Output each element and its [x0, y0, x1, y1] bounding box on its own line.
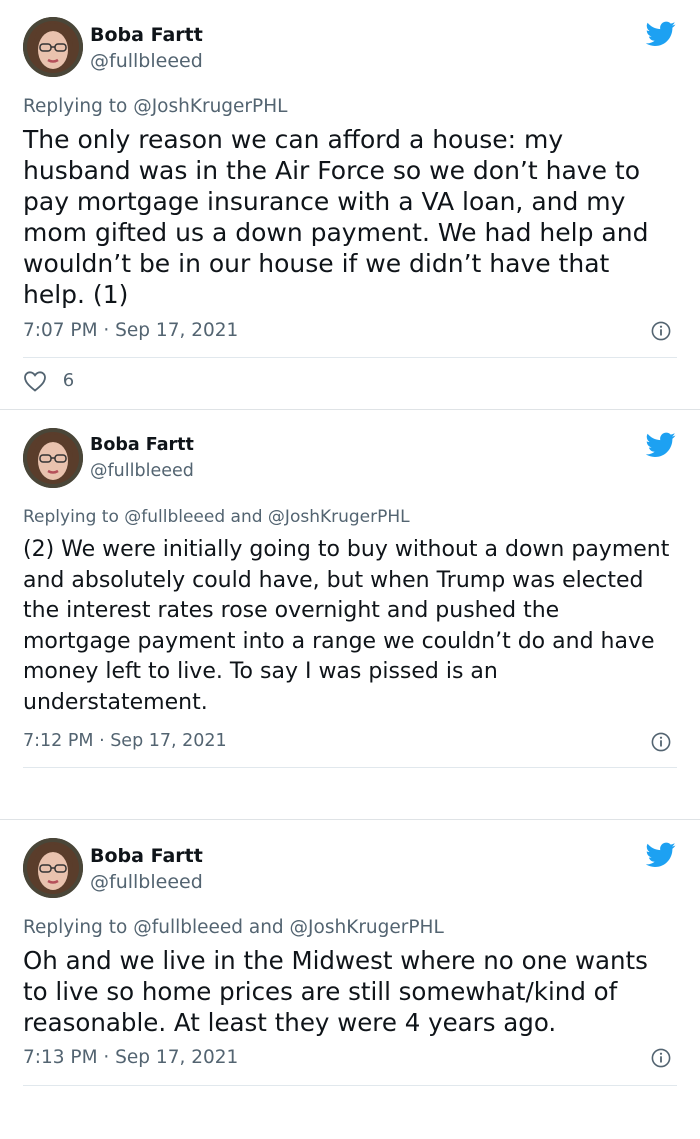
- tweet-text: The only reason we can afford a house: m…: [23, 124, 648, 310]
- tweet-separator: [0, 819, 700, 820]
- tweet-card-3: Boba Fartt @fullbleeed Replying to @full…: [0, 821, 700, 1139]
- reply-mention-link[interactable]: @JoshKrugerPHL: [133, 96, 287, 117]
- replying-to: Replying to @JoshKrugerPHL: [23, 96, 287, 117]
- tweet-text-line: wouldn’t be in our house if we didn’t ha…: [23, 249, 610, 278]
- reply-mention-link[interactable]: @fullbleeed and @JoshKrugerPHL: [133, 917, 444, 938]
- tweet-text-line: and absolutely could have, but when Trum…: [23, 567, 644, 593]
- tweet-text-line: the interest rates rose overnight and pu…: [23, 598, 560, 623]
- tweet-timestamp[interactable]: 7:12 PM · Sep 17, 2021: [23, 731, 227, 751]
- tweet-text-line: (2) We were initially going to buy witho…: [23, 537, 670, 562]
- like-button[interactable]: 6: [23, 370, 74, 392]
- twitter-bird-icon[interactable]: [646, 21, 676, 47]
- tweet-text-line: help. (1): [23, 280, 129, 309]
- twitter-bird-icon[interactable]: [646, 432, 676, 458]
- reply-prefix: Replying to: [23, 96, 128, 117]
- like-count: 6: [62, 370, 75, 391]
- heart-icon: [24, 371, 46, 392]
- replying-to: Replying to @fullbleeed and @JoshKrugerP…: [23, 507, 410, 527]
- tweet-text-line: mom gifted us a down payment. We had hel…: [23, 218, 649, 247]
- tweet-text-line: The only reason we can afford a house: m…: [23, 125, 564, 154]
- replying-to: Replying to @fullbleeed and @JoshKrugerP…: [23, 917, 444, 938]
- tweet-text: Oh and we live in the Midwest where no o…: [23, 945, 648, 1038]
- info-icon[interactable]: [651, 321, 671, 341]
- tweet-text-line: money left to live. To say I was pissed …: [23, 659, 498, 684]
- tweet-text-line: reasonable. At least they were 4 years a…: [23, 1008, 557, 1037]
- reply-prefix: Replying to: [23, 917, 128, 938]
- avatar[interactable]: [23, 17, 83, 77]
- tweet-text-line: pay mortgage insurance with a VA loan, a…: [23, 187, 626, 216]
- avatar[interactable]: [23, 838, 83, 898]
- tweet-text-line: husband was in the Air Force so we don’t…: [23, 156, 641, 185]
- user-handle[interactable]: @fullbleeed: [90, 461, 194, 481]
- user-handle[interactable]: @fullbleeed: [90, 50, 203, 72]
- tweet-text-line: Oh and we live in the Midwest where no o…: [23, 946, 648, 975]
- info-icon[interactable]: [651, 1048, 671, 1068]
- display-name[interactable]: Boba Fartt: [90, 435, 194, 455]
- twitter-bird-icon[interactable]: [646, 842, 676, 868]
- tweet-timestamp[interactable]: 7:07 PM · Sep 17, 2021: [23, 320, 238, 341]
- tweet-text-line: to live so home prices are still somewha…: [23, 977, 618, 1006]
- avatar[interactable]: [23, 428, 83, 488]
- tweet-card-1: Boba Fartt @fullbleeed Replying to @Josh…: [0, 0, 700, 410]
- tweet-timestamp[interactable]: 7:13 PM · Sep 17, 2021: [23, 1047, 238, 1068]
- reply-prefix: Replying to: [23, 507, 119, 527]
- tweet-text-line: understatement.: [23, 689, 208, 715]
- info-icon[interactable]: [651, 732, 671, 752]
- reply-mention-link[interactable]: @fullbleeed and @JoshKrugerPHL: [124, 507, 409, 527]
- user-handle[interactable]: @fullbleeed: [90, 871, 203, 893]
- tweet-separator: [0, 409, 700, 410]
- tweet-text: (2) We were initially going to buy witho…: [23, 535, 669, 718]
- divider: [23, 357, 677, 358]
- tweet-card-2: Boba Fartt @fullbleeed Replying to @full…: [0, 411, 700, 819]
- divider: [23, 1085, 677, 1086]
- divider: [23, 767, 677, 768]
- display-name[interactable]: Boba Fartt: [90, 845, 203, 867]
- display-name[interactable]: Boba Fartt: [90, 24, 203, 46]
- tweet-text-line: mortgage payment into a range we couldn’…: [23, 628, 655, 654]
